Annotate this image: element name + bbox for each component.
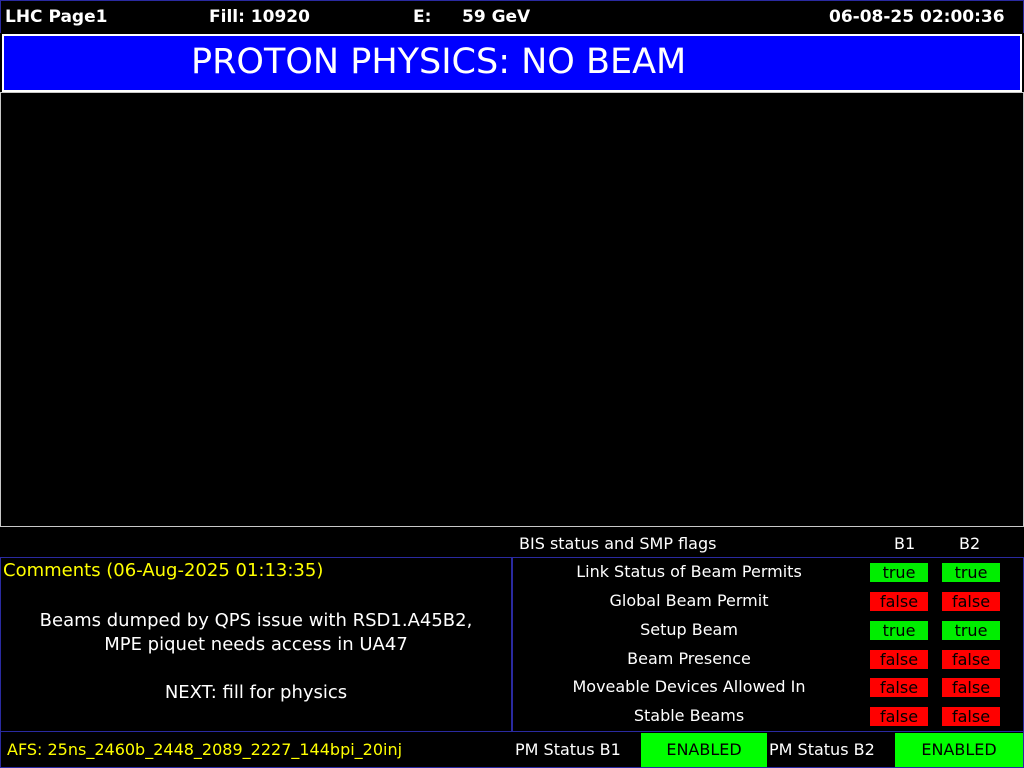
flag-b1-value: false: [870, 707, 928, 726]
fill-number: Fill: 10920: [209, 7, 310, 27]
flag-b1-value: true: [870, 621, 928, 640]
flag-b1-value: false: [870, 678, 928, 697]
flag-row-link-status: Link Status of Beam Permits true true: [513, 558, 1023, 587]
flag-label: Setup Beam: [640, 620, 738, 639]
flag-row-global-beam-permit: Global Beam Permit false false: [513, 587, 1023, 616]
energy-label: E:: [413, 7, 432, 27]
main-display-panel: [0, 92, 1024, 527]
flag-b2-value: false: [942, 707, 1000, 726]
pm-status-b2-value: ENABLED: [895, 733, 1023, 767]
flag-label: Moveable Devices Allowed In: [572, 677, 806, 696]
machine-mode-text: PROTON PHYSICS: NO BEAM: [191, 42, 687, 82]
bis-flags-panel: Link Status of Beam Permits true true Gl…: [512, 557, 1024, 732]
flag-b2-value: false: [942, 650, 1000, 669]
comment-line: [1, 657, 511, 681]
comment-line: MPE piquet needs access in UA47: [104, 634, 408, 655]
comments-title: Comments (06-Aug-2025 01:13:35): [3, 560, 324, 581]
pm-status-b2-label: PM Status B2: [769, 740, 875, 759]
flag-b2-value: true: [942, 563, 1000, 582]
comment-line: NEXT: fill for physics: [164, 682, 348, 703]
bis-column-b2: B2: [959, 534, 981, 553]
afs-filling-scheme: AFS: 25ns_2460b_2448_2089_2227_144bpi_20…: [7, 740, 403, 759]
pm-status-b1-label: PM Status B1: [515, 740, 621, 759]
flag-b1-value: false: [870, 650, 928, 669]
pm-status-b1-value: ENABLED: [641, 733, 767, 767]
flag-label: Global Beam Permit: [609, 591, 769, 610]
flag-label: Stable Beams: [633, 706, 745, 725]
flag-b2-value: false: [942, 592, 1000, 611]
flag-row-moveable-devices: Moveable Devices Allowed In false false: [513, 673, 1023, 702]
machine-mode-banner: PROTON PHYSICS: NO BEAM: [2, 34, 1022, 92]
flag-row-stable-beams: Stable Beams false false: [513, 702, 1023, 731]
flag-row-setup-beam: Setup Beam true true: [513, 616, 1023, 645]
page-name: LHC Page1: [5, 7, 108, 27]
flag-b2-value: true: [942, 621, 1000, 640]
flag-b1-value: false: [870, 592, 928, 611]
flag-label: Link Status of Beam Permits: [576, 562, 802, 581]
energy-value: 59 GeV: [462, 7, 531, 27]
flag-row-beam-presence: Beam Presence false false: [513, 645, 1023, 674]
comment-line: Beams dumped by QPS issue with RSD1.A45B…: [39, 610, 473, 631]
flag-label: Beam Presence: [627, 649, 751, 668]
flag-b1-value: true: [870, 563, 928, 582]
comments-panel: Comments (06-Aug-2025 01:13:35) Beams du…: [0, 557, 512, 732]
comments-body: Beams dumped by QPS issue with RSD1.A45B…: [1, 609, 511, 705]
footer-bar: AFS: 25ns_2460b_2448_2089_2227_144bpi_20…: [0, 731, 1024, 768]
date-time: 06-08-25 02:00:36: [829, 7, 1005, 27]
header-bar: LHC Page1 Fill: 10920 E: 59 GeV 06-08-25…: [0, 0, 1024, 33]
bis-column-b1: B1: [894, 534, 916, 553]
flag-b2-value: false: [942, 678, 1000, 697]
bis-section-title: BIS status and SMP flags: [519, 534, 717, 553]
